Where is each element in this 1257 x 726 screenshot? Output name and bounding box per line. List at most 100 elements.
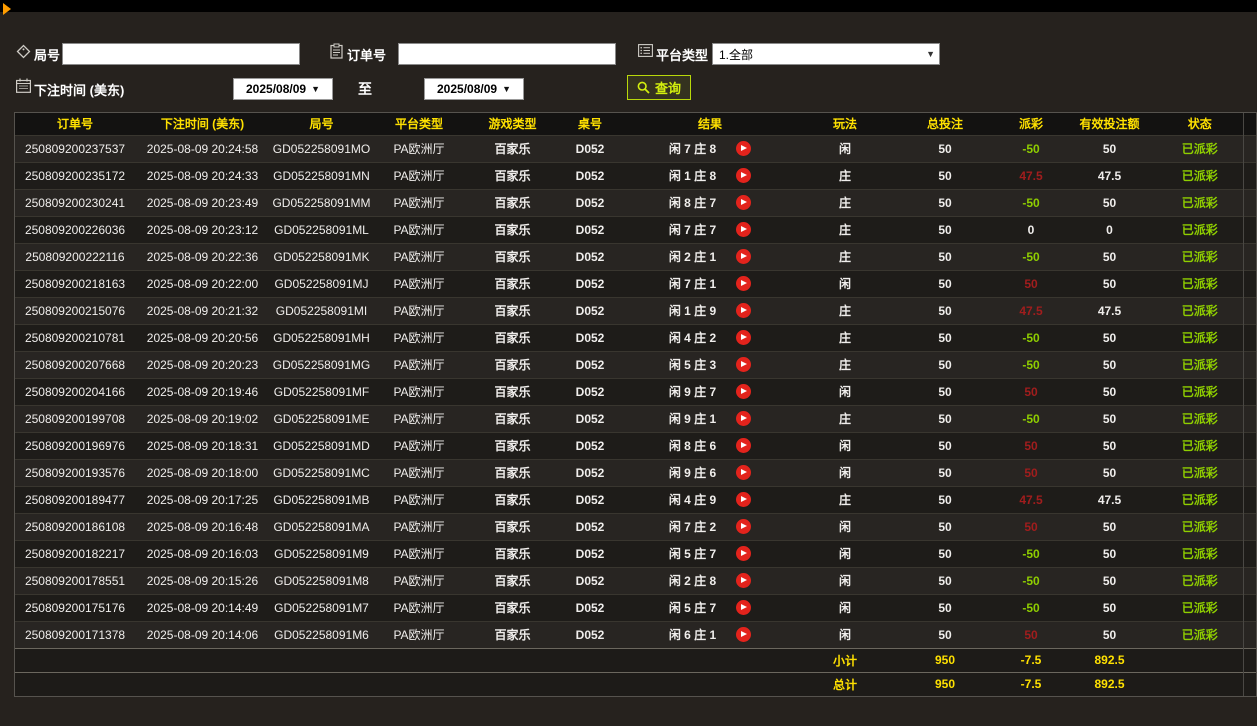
date-from-picker[interactable]: 2025/08/09 ▼	[233, 78, 333, 100]
cell-platform: PA欧洲厅	[373, 377, 465, 405]
cell-round: GD052258091MF	[270, 377, 373, 405]
result-content: 闲 1 庄 8	[620, 167, 800, 184]
cell-table_no: D052	[560, 404, 620, 432]
grand-total-row-round	[270, 671, 373, 696]
play-video-button[interactable]	[736, 195, 752, 210]
cell-platform: PA欧洲厅	[373, 161, 465, 189]
play-video-button[interactable]	[736, 141, 752, 156]
cell-game: 百家乐	[465, 269, 560, 297]
grand-total-row-order_id	[15, 671, 135, 696]
search-icon	[637, 81, 650, 94]
result-text: 闲 5 庄 7	[668, 547, 717, 561]
cell-order_id: 250809200215076	[15, 296, 135, 324]
cell-total_bet: 50	[890, 539, 1000, 567]
cell-total_bet: 50	[890, 161, 1000, 189]
cell-status: 已派彩	[1157, 539, 1243, 567]
cell-result: 闲 1 庄 8	[620, 161, 800, 189]
subtotal-row-play: 小计	[800, 647, 890, 672]
query-button-label: 查询	[655, 81, 682, 96]
play-video-button[interactable]	[736, 411, 752, 426]
result-text: 闲 2 庄 1	[668, 250, 717, 264]
cell-order_id: 250809200178551	[15, 566, 135, 594]
play-video-button[interactable]	[736, 168, 752, 183]
cell-payout: -50	[1000, 539, 1062, 567]
subtotal-row-game	[465, 647, 560, 672]
play-video-button[interactable]	[736, 573, 752, 588]
filter-panel: 局号 订单号 平台类型 1.全部 ▼ 下注时间 (美东) 2025/08/09 …	[0, 12, 1257, 112]
grand-total-row-table_no	[560, 671, 620, 696]
cell-status: 已派彩	[1157, 485, 1243, 513]
round-input[interactable]	[62, 43, 300, 65]
cell-status: 已派彩	[1157, 377, 1243, 405]
cell-total_bet: 50	[890, 485, 1000, 513]
cell-status: 已派彩	[1157, 161, 1243, 189]
play-video-button[interactable]	[736, 519, 752, 534]
cell-valid_bet: 50	[1062, 620, 1157, 648]
subtotal-row-result	[620, 647, 800, 672]
cell-result: 闲 6 庄 1	[620, 620, 800, 648]
cell-clipped	[1242, 431, 1256, 459]
cell-table_no: D052	[560, 269, 620, 297]
table-row: 250809200193576 2025-08-09 20:18:00 GD0522…	[15, 458, 1256, 486]
cell-table_no: D052	[560, 350, 620, 378]
play-video-button[interactable]	[736, 357, 752, 372]
cell-play: 闲	[800, 512, 890, 540]
play-video-button[interactable]	[736, 276, 752, 291]
date-to-picker[interactable]: 2025/08/09 ▼	[424, 78, 524, 100]
cell-time: 2025-08-09 20:14:49	[135, 593, 270, 621]
cell-game: 百家乐	[465, 323, 560, 351]
query-button[interactable]: 查询	[627, 75, 692, 100]
cell-valid_bet: 50	[1062, 431, 1157, 459]
result-text: 闲 5 庄 7	[668, 601, 717, 615]
cell-platform: PA欧洲厅	[373, 242, 465, 270]
play-video-button[interactable]	[736, 384, 752, 399]
cell-valid_bet: 50	[1062, 323, 1157, 351]
result-content: 闲 5 庄 7	[620, 545, 800, 562]
play-video-button[interactable]	[736, 465, 752, 480]
play-video-button[interactable]	[736, 492, 752, 507]
cell-valid_bet: 50	[1062, 458, 1157, 486]
cell-valid_bet: 50	[1062, 539, 1157, 567]
cell-game: 百家乐	[465, 377, 560, 405]
platform-type-select[interactable]: 1.全部 ▼	[712, 43, 940, 65]
cell-time: 2025-08-09 20:23:49	[135, 188, 270, 216]
cell-order_id: 250809200193576	[15, 458, 135, 486]
cell-game: 百家乐	[465, 620, 560, 648]
cell-play: 庄	[800, 188, 890, 216]
cell-status: 已派彩	[1157, 215, 1243, 243]
result-text: 闲 1 庄 9	[668, 304, 717, 318]
subtotal-row-table_no	[560, 647, 620, 672]
play-video-button[interactable]	[736, 627, 752, 642]
cell-platform: PA欧洲厅	[373, 296, 465, 324]
cell-total_bet: 50	[890, 269, 1000, 297]
cell-game: 百家乐	[465, 296, 560, 324]
play-video-button[interactable]	[736, 600, 752, 615]
cell-valid_bet: 50	[1062, 134, 1157, 162]
cell-game: 百家乐	[465, 350, 560, 378]
cell-platform: PA欧洲厅	[373, 539, 465, 567]
result-text: 闲 7 庄 1	[668, 277, 717, 291]
play-video-button[interactable]	[736, 330, 752, 345]
cell-platform: PA欧洲厅	[373, 323, 465, 351]
platform-type-value: 1.全部	[719, 47, 754, 62]
play-video-button[interactable]	[736, 546, 752, 561]
play-video-button[interactable]	[736, 249, 752, 264]
cell-clipped	[1242, 566, 1256, 594]
cell-valid_bet: 50	[1062, 512, 1157, 540]
cell-play: 闲	[800, 458, 890, 486]
cell-valid_bet: 50	[1062, 269, 1157, 297]
cell-status: 已派彩	[1157, 296, 1243, 324]
table-row: 250809200175176 2025-08-09 20:14:49 GD0522…	[15, 593, 1256, 621]
cell-valid_bet: 50	[1062, 404, 1157, 432]
cell-time: 2025-08-09 20:19:46	[135, 377, 270, 405]
play-video-button[interactable]	[736, 222, 752, 237]
cell-clipped	[1242, 539, 1256, 567]
play-video-button[interactable]	[736, 303, 752, 318]
table-row: 250809200199708 2025-08-09 20:19:02 GD0522…	[15, 404, 1256, 432]
play-video-button[interactable]	[736, 438, 752, 453]
cell-payout: -50	[1000, 323, 1062, 351]
cell-order_id: 250809200222116	[15, 242, 135, 270]
cell-total_bet: 50	[890, 512, 1000, 540]
cell-game: 百家乐	[465, 404, 560, 432]
order-input[interactable]	[398, 43, 616, 65]
